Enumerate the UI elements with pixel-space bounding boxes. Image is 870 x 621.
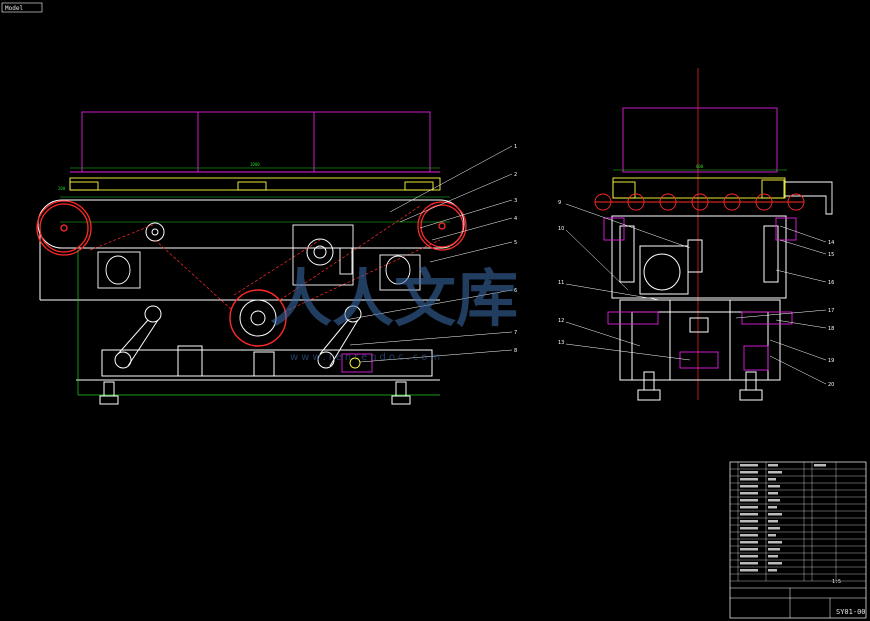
cad-drawing-canvas: Model 1000 200 1 2 3 4 5 6 7 8 600 9 10 …	[1, 2, 867, 619]
watermark-url: www.renrendoc.com	[290, 352, 443, 363]
callout-1: 1	[514, 144, 517, 150]
callout-8: 8	[514, 348, 517, 354]
side-height-dim: 200	[58, 186, 66, 191]
callout-14: 14	[828, 240, 834, 246]
frame-rails	[60, 196, 450, 249]
callout-20: 20	[828, 382, 834, 388]
callout-11: 11	[558, 280, 564, 286]
callout-12: 12	[558, 318, 564, 324]
callout-17: 17	[828, 308, 834, 314]
end-callouts-left: 9 10 11 12 13	[558, 200, 564, 346]
title-block: 1:5 SY01-00	[729, 461, 867, 619]
idlers	[145, 222, 334, 266]
model-tab-label: Model	[5, 5, 23, 12]
length-dimension: 1000	[70, 162, 440, 169]
frame-top	[69, 177, 441, 191]
callout-4: 4	[514, 216, 517, 222]
end-hopper	[622, 107, 778, 173]
watermark-text: 人人文库	[270, 262, 518, 335]
end-feet	[637, 371, 763, 401]
end-bearings	[603, 217, 797, 371]
end-rollers	[594, 193, 805, 211]
callout-13: 13	[558, 340, 564, 346]
end-view: 600 9 10 11 12 13 14 15 16 17 18 19 20	[558, 68, 834, 401]
feet	[99, 381, 411, 405]
callout-16: 16	[828, 280, 834, 286]
model-tab[interactable]: Model	[1, 2, 43, 13]
end-frame-top	[612, 177, 786, 199]
callout-19: 19	[828, 358, 834, 364]
end-housing	[611, 215, 787, 381]
callout-2: 2	[514, 172, 517, 178]
bom-text-bars	[740, 464, 826, 572]
end-leaders-right	[735, 225, 827, 385]
end-callouts-right: 14 15 16 17 18 19 20	[828, 240, 834, 388]
callout-10: 10	[558, 226, 564, 232]
callout-9: 9	[558, 200, 561, 206]
side-view: 1000 200 1 2 3 4 5 6 7 8	[36, 111, 517, 405]
length-dimension-text: 1000	[250, 162, 260, 167]
callout-18: 18	[828, 326, 834, 332]
end-drums	[36, 200, 467, 256]
watermark: 人人文库 www.renrendoc.com	[270, 262, 518, 363]
callout-3: 3	[514, 198, 517, 204]
end-view-dim: 600	[696, 164, 704, 169]
scale-label: 1:5	[832, 579, 841, 585]
drawing-number: SY01-00	[836, 608, 866, 616]
callout-5: 5	[514, 240, 517, 246]
callout-15: 15	[828, 252, 834, 258]
